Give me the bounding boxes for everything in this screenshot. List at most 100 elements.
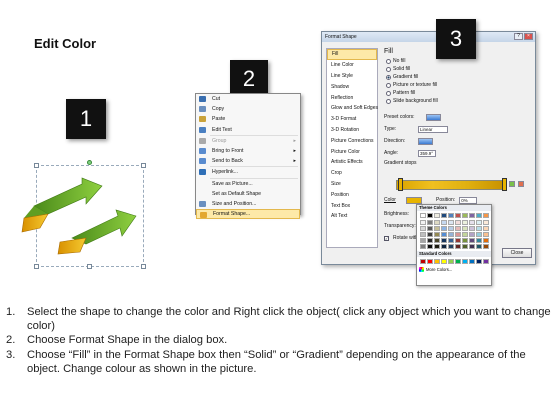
radio-button[interactable] <box>386 90 391 96</box>
fill-option[interactable]: Slide background fill <box>386 97 532 105</box>
fill-option[interactable]: Solid fill <box>386 65 532 73</box>
color-swatch[interactable] <box>427 238 433 243</box>
gradient-stops-bar[interactable] <box>396 180 504 190</box>
color-swatch[interactable] <box>455 213 461 218</box>
menu-item-copy[interactable]: Copy <box>196 104 300 114</box>
color-swatch[interactable] <box>483 244 489 249</box>
color-swatch[interactable] <box>469 213 475 218</box>
category-picture-corrections[interactable]: Picture Corrections <box>327 135 377 146</box>
color-swatch[interactable] <box>448 244 454 249</box>
color-swatch[interactable] <box>483 213 489 218</box>
menu-item-hyperlink[interactable]: Hyperlink... <box>196 167 300 177</box>
resize-handle[interactable] <box>87 264 92 269</box>
radio-button[interactable] <box>386 66 391 72</box>
more-colors-link[interactable]: More Colors... <box>417 266 491 273</box>
color-swatch[interactable] <box>427 232 433 237</box>
rotate-checkbox[interactable]: ✓ <box>384 235 389 241</box>
fill-option[interactable]: Gradient fill <box>386 73 532 81</box>
color-swatch[interactable] <box>427 244 433 249</box>
color-swatch[interactable] <box>483 232 489 237</box>
category-glow-and-soft-edges[interactable]: Glow and Soft Edges <box>327 103 378 114</box>
color-swatch[interactable] <box>434 244 440 249</box>
category-alt-text[interactable]: Alt Text <box>327 211 377 222</box>
direction-button[interactable] <box>418 137 433 145</box>
color-swatch[interactable] <box>427 259 433 264</box>
color-swatch[interactable] <box>476 220 482 225</box>
menu-item-paste[interactable]: Paste <box>196 114 300 124</box>
menu-item-edit-text[interactable]: Edit Text <box>196 125 300 135</box>
menu-item-cut[interactable]: Cut <box>196 94 300 104</box>
close-button[interactable]: Close <box>502 248 532 258</box>
color-swatch[interactable] <box>483 220 489 225</box>
color-swatch[interactable] <box>420 220 426 225</box>
color-swatch[interactable] <box>434 238 440 243</box>
color-swatch[interactable] <box>455 220 461 225</box>
menu-item-format-shape[interactable]: Format Shape... <box>196 209 300 220</box>
color-swatch[interactable] <box>469 244 475 249</box>
radio-button[interactable] <box>386 58 391 64</box>
category-3-d-format[interactable]: 3-D Format <box>327 114 377 125</box>
category-line-style[interactable]: Line Style <box>327 71 377 82</box>
orange-arrow-bottom[interactable] <box>57 237 87 255</box>
color-swatch[interactable] <box>455 232 461 237</box>
color-swatch[interactable] <box>427 213 433 218</box>
radio-button[interactable] <box>386 82 391 88</box>
remove-stop-button[interactable] <box>518 181 524 187</box>
add-stop-button[interactable] <box>509 181 515 187</box>
color-swatch[interactable] <box>476 244 482 249</box>
color-swatch[interactable] <box>434 213 440 218</box>
color-swatch[interactable] <box>483 226 489 231</box>
color-swatch[interactable] <box>448 232 454 237</box>
category-artistic-effects[interactable]: Artistic Effects <box>327 157 377 168</box>
color-swatch[interactable] <box>469 238 475 243</box>
color-swatch[interactable] <box>476 213 482 218</box>
color-swatch[interactable] <box>462 238 468 243</box>
menu-item-group[interactable]: Group ▸ <box>196 136 300 146</box>
color-swatch[interactable] <box>448 213 454 218</box>
color-swatch[interactable] <box>441 232 447 237</box>
resize-handle[interactable] <box>141 264 146 269</box>
color-swatch[interactable] <box>455 238 461 243</box>
color-swatch[interactable] <box>441 244 447 249</box>
color-swatch[interactable] <box>420 213 426 218</box>
color-swatch[interactable] <box>434 232 440 237</box>
color-swatch[interactable] <box>476 238 482 243</box>
arrow-shapes[interactable] <box>20 170 150 260</box>
fill-option[interactable]: Picture or texture fill <box>386 81 532 89</box>
category-fill[interactable]: Fill <box>327 49 377 60</box>
color-swatch[interactable] <box>448 220 454 225</box>
preset-colors-button[interactable] <box>426 113 441 121</box>
resize-handle[interactable] <box>34 264 39 269</box>
color-swatch[interactable] <box>462 244 468 249</box>
color-swatch[interactable] <box>420 238 426 243</box>
color-swatch[interactable] <box>462 232 468 237</box>
color-swatch[interactable] <box>462 213 468 218</box>
color-swatch[interactable] <box>427 226 433 231</box>
color-picker-button[interactable] <box>406 196 422 204</box>
category-text-box[interactable]: Text Box <box>327 200 377 211</box>
category-picture-color[interactable]: Picture Color <box>327 146 377 157</box>
color-swatch[interactable] <box>469 259 475 264</box>
color-swatch[interactable] <box>427 220 433 225</box>
color-swatch[interactable] <box>420 244 426 249</box>
color-swatch[interactable] <box>448 259 454 264</box>
color-swatch[interactable] <box>441 213 447 218</box>
angle-input[interactable]: 359.9° <box>418 149 436 157</box>
color-swatch[interactable] <box>441 226 447 231</box>
color-swatch[interactable] <box>455 244 461 249</box>
color-swatch[interactable] <box>469 232 475 237</box>
color-swatch[interactable] <box>420 259 426 264</box>
color-swatch[interactable] <box>441 259 447 264</box>
gradient-stop-handle[interactable] <box>502 178 507 191</box>
fill-option[interactable]: Pattern fill <box>386 89 532 97</box>
color-swatch[interactable] <box>483 238 489 243</box>
color-swatch[interactable] <box>476 259 482 264</box>
color-swatch[interactable] <box>462 220 468 225</box>
color-swatch[interactable] <box>441 220 447 225</box>
color-swatch[interactable] <box>434 259 440 264</box>
help-button[interactable]: ? <box>514 33 523 40</box>
category-crop[interactable]: Crop <box>327 168 377 179</box>
color-swatch[interactable] <box>434 226 440 231</box>
menu-item-send-to-back[interactable]: Send to Back ▸ <box>196 156 300 166</box>
color-swatch[interactable] <box>476 232 482 237</box>
